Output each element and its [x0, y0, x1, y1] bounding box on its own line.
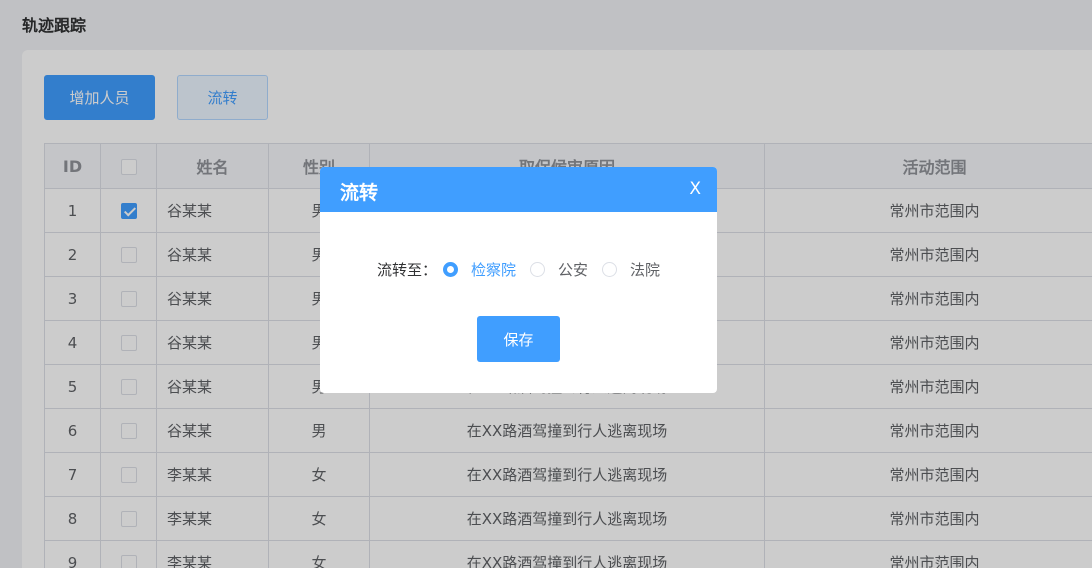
radio-option-label: 检察院: [470, 260, 516, 279]
dialog-header: 流转 X: [320, 167, 717, 212]
radio-option-label: 公安: [558, 260, 589, 279]
dialog-title: 流转: [340, 182, 379, 204]
flow-target-group: 流转至： 检察院 公安 法院: [320, 257, 717, 281]
save-button[interactable]: 保存: [477, 316, 560, 362]
radio-circle-icon[interactable]: [442, 261, 458, 277]
radio-option-0[interactable]: 检察院: [442, 259, 516, 280]
flow-target-label: 流转至：: [376, 260, 437, 279]
radio-option-label: 法院: [630, 260, 661, 279]
radio-option-2[interactable]: 法院: [602, 259, 660, 280]
close-icon[interactable]: X: [689, 179, 701, 199]
radio-circle-icon[interactable]: [530, 261, 545, 277]
flow-dialog: 流转 X 流转至： 检察院 公安 法院 保存: [320, 167, 717, 393]
radio-option-1[interactable]: 公安: [530, 259, 588, 280]
radio-circle-icon[interactable]: [602, 261, 618, 277]
